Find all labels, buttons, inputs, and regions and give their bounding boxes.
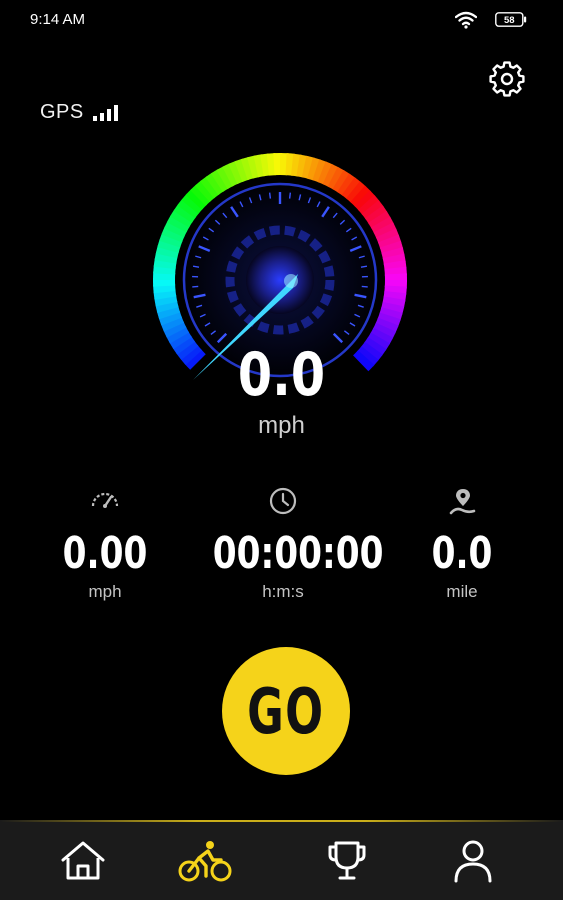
gauge-tick <box>360 265 368 268</box>
status-time: 9:14 AM <box>30 11 86 28</box>
nav-home[interactable] <box>53 838 113 884</box>
settings-button[interactable] <box>488 60 526 98</box>
home-icon <box>61 841 105 880</box>
wifi-icon <box>455 11 477 29</box>
duration-unit: h:m:s <box>262 582 304 601</box>
gps-label: GPS <box>40 100 84 123</box>
status-bar: 9:14 AM 58 <box>0 0 563 40</box>
stat-duration: 00:00:00 h:m:s <box>193 486 384 602</box>
location-pin-icon <box>449 489 476 515</box>
nav-profile[interactable] <box>443 838 503 884</box>
distance-unit: mile <box>446 582 478 601</box>
signal-bars-icon <box>92 105 118 121</box>
current-speed-value: 0.0 <box>237 340 326 410</box>
average-speed-value: 0.00 <box>62 528 148 579</box>
gauge-tick <box>192 265 200 268</box>
bicycle-icon <box>178 841 232 882</box>
gauge-tick <box>288 192 292 199</box>
nav-achievements[interactable] <box>317 838 377 884</box>
go-button[interactable]: GO <box>222 647 350 775</box>
profile-icon <box>454 840 492 883</box>
average-speed-unit: mph <box>88 582 122 601</box>
speedometer-icon <box>91 492 119 508</box>
gauge-needle-tip-glow <box>284 274 298 288</box>
battery-level: 58 <box>504 15 515 26</box>
stat-average-speed: 0.00 mph <box>15 486 195 602</box>
gauge-tick <box>268 192 272 199</box>
battery-icon: 58 <box>495 12 527 27</box>
nav-divider <box>0 820 563 822</box>
nav-ride[interactable] <box>175 838 235 884</box>
go-button-label: GO <box>247 674 325 748</box>
gauge-hub <box>246 246 314 314</box>
clock-icon <box>269 487 297 515</box>
trophy-icon <box>328 841 366 880</box>
bottom-navigation <box>0 820 563 900</box>
stat-distance: 0.0 mile <box>372 486 552 602</box>
duration-value: 00:00:00 <box>212 528 384 579</box>
current-speed-unit: mph <box>258 412 305 439</box>
gps-indicator: GPS <box>40 100 122 124</box>
distance-value: 0.0 <box>431 528 493 579</box>
gear-icon <box>489 61 525 97</box>
